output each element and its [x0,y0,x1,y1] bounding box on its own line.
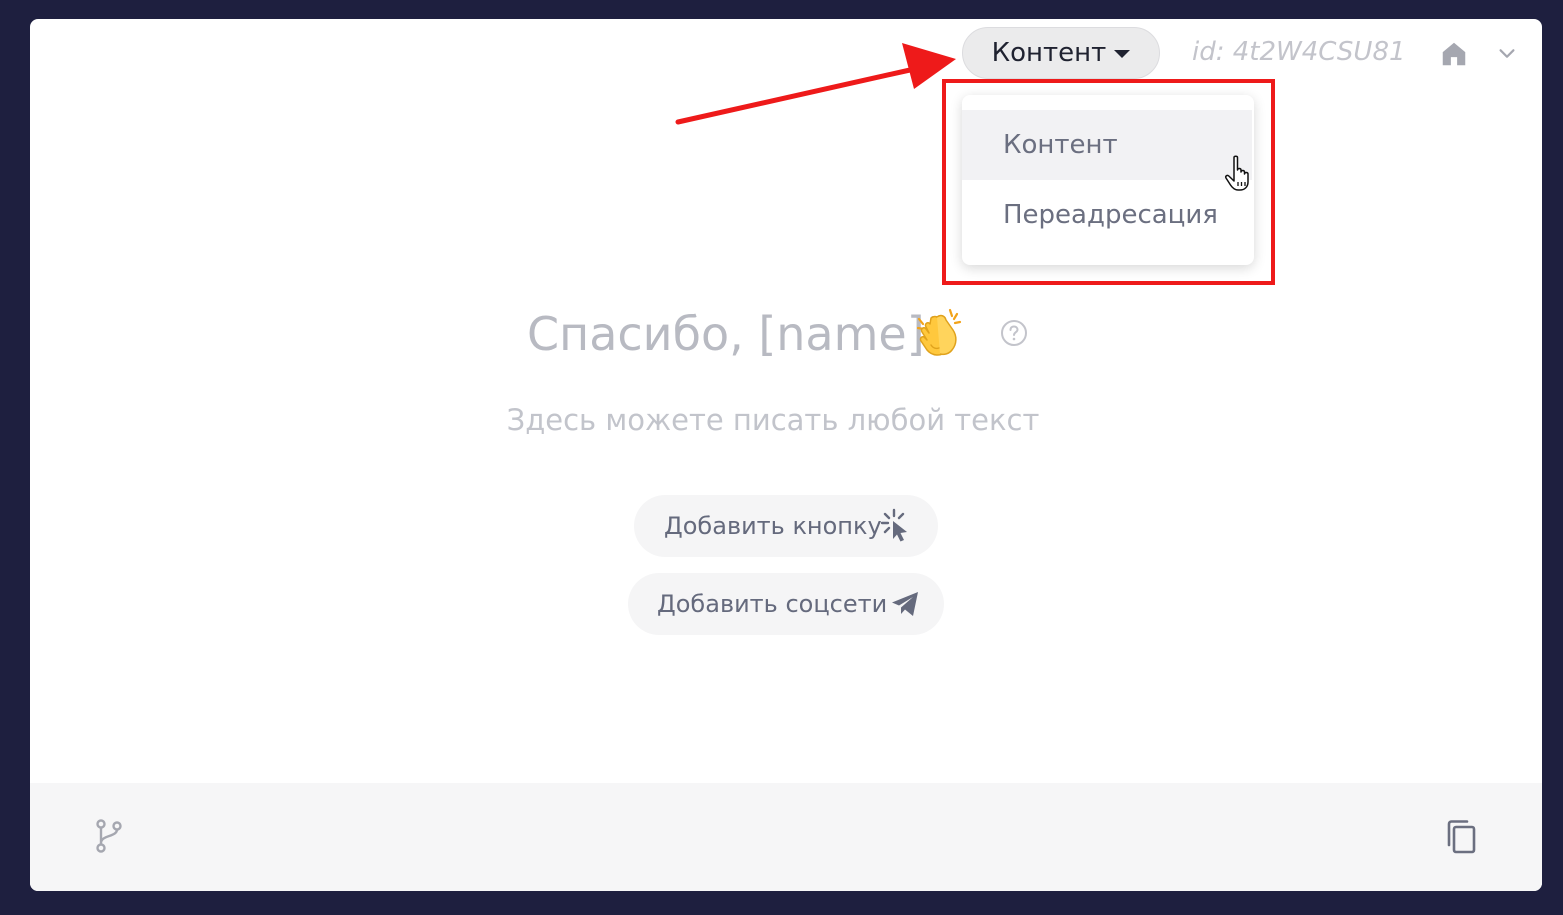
help-icon[interactable] [1000,319,1028,347]
block-type-dropdown-label: Контент [991,38,1107,68]
menu-item-content[interactable]: Контент [962,110,1252,180]
send-icon [892,592,918,616]
add-button-button[interactable]: Добавить кнопку [634,495,938,557]
branch-icon[interactable] [94,819,124,853]
menu-item-label: Переадресация [1003,200,1218,230]
clap-emoji-icon [916,308,962,356]
chevron-down-icon[interactable] [1496,43,1518,65]
block-footer [30,783,1542,891]
caret-down-icon [1114,50,1131,58]
annotation-arrow [675,43,956,125]
block-type-menu: Контент Переадресация [962,95,1254,265]
hand-pointer-icon [1225,155,1249,191]
add-social-button[interactable]: Добавить соцсети [628,573,944,635]
block-type-dropdown[interactable]: Контент [962,27,1160,79]
copy-icon[interactable] [1444,819,1478,855]
block-subtitle[interactable]: Здесь можете писать любой текст [30,403,1516,437]
block-editor-card: Контент id: 4t2W4CSU81 Контент Переадрес… [30,19,1542,891]
block-title[interactable]: Спасибо, [name]! [527,307,943,361]
block-id: id: 4t2W4CSU81 [1192,37,1406,67]
block-title-row: Спасибо, [name]! [30,301,1542,373]
home-icon[interactable] [1439,39,1469,69]
add-social-label: Добавить соцсети [657,590,888,618]
menu-item-label: Контент [1003,130,1118,160]
click-cursor-icon [880,508,907,542]
add-button-label: Добавить кнопку [664,512,882,540]
menu-item-redirect[interactable]: Переадресация [962,180,1252,250]
